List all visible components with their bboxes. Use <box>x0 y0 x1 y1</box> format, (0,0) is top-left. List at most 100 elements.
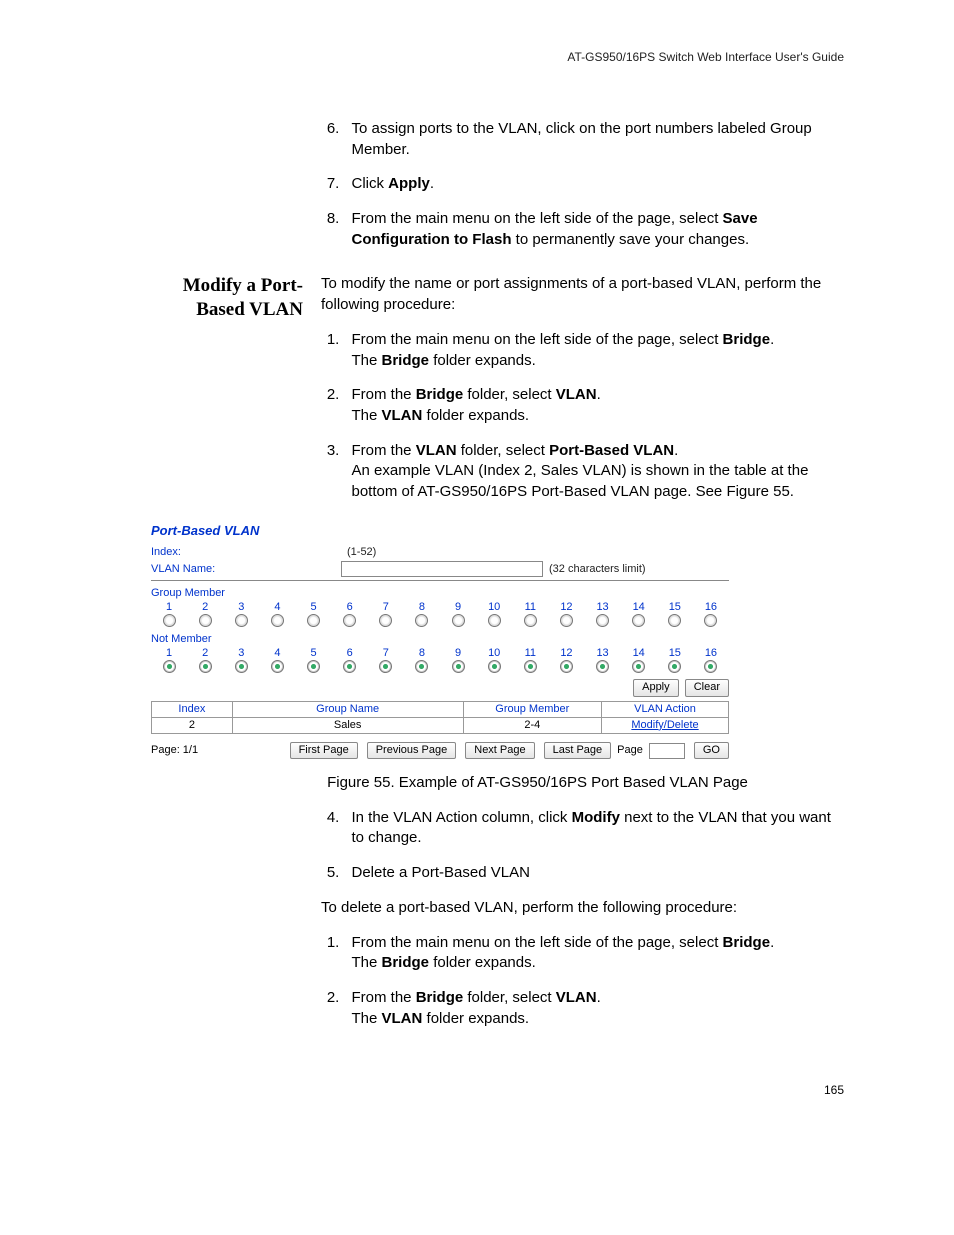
not-member-radio-7[interactable] <box>379 660 392 673</box>
port-header-9: 9 <box>440 647 476 660</box>
group-member-radio-8[interactable] <box>415 614 428 627</box>
go-button[interactable]: GO <box>694 742 729 759</box>
port-header-7: 7 <box>368 647 404 660</box>
group-member-radio-2[interactable] <box>199 614 212 627</box>
group-member-radio-16[interactable] <box>704 614 717 627</box>
next-page-button[interactable]: Next Page <box>465 742 534 759</box>
port-header-1: 1 <box>151 647 187 660</box>
group-member-radio-6[interactable] <box>343 614 356 627</box>
step-5: Delete a Port-Based VLAN <box>344 863 845 884</box>
modify-step-1: From the main menu on the left side of t… <box>344 330 845 371</box>
not-member-radio-15[interactable] <box>668 660 681 673</box>
figure-caption: Figure 55. Example of AT-GS950/16PS Port… <box>231 773 844 794</box>
not-member-radio-14[interactable] <box>632 660 645 673</box>
top-procedure: To assign ports to the VLAN, click on th… <box>321 119 844 250</box>
previous-page-button[interactable]: Previous Page <box>367 742 457 759</box>
not-member-radio-6[interactable] <box>343 660 356 673</box>
not-member-radio-16[interactable] <box>704 660 717 673</box>
not-member-radio-5[interactable] <box>307 660 320 673</box>
port-header-11: 11 <box>512 647 548 660</box>
port-header-14: 14 <box>621 601 657 614</box>
group-member-radio-1[interactable] <box>163 614 176 627</box>
pager: Page: 1/1 First Page Previous Page Next … <box>151 742 729 759</box>
apply-button[interactable]: Apply <box>633 679 679 696</box>
port-header-13: 13 <box>585 601 621 614</box>
not-member-radio-3[interactable] <box>235 660 248 673</box>
step-6: To assign ports to the VLAN, click on th… <box>344 119 845 160</box>
last-page-button[interactable]: Last Page <box>544 742 612 759</box>
port-header-4: 4 <box>259 601 295 614</box>
port-header-15: 15 <box>657 601 693 614</box>
index-hint: (1-52) <box>347 546 376 559</box>
group-member-radio-3[interactable] <box>235 614 248 627</box>
group-member-radio-15[interactable] <box>668 614 681 627</box>
first-page-button[interactable]: First Page <box>290 742 358 759</box>
group-member-radio-10[interactable] <box>488 614 501 627</box>
group-member-radio-11[interactable] <box>524 614 537 627</box>
group-member-radio-5[interactable] <box>307 614 320 627</box>
page-input[interactable] <box>649 743 685 759</box>
td-member: 2-4 <box>463 717 601 733</box>
delete-step-2: From the Bridge folder, select VLAN. The… <box>344 988 845 1029</box>
port-header-2: 2 <box>187 647 223 660</box>
section-intro: To modify the name or port assignments o… <box>321 274 844 315</box>
port-header-10: 10 <box>476 647 512 660</box>
vlan-panel: Port-Based VLAN Index: (1-52) VLAN Name:… <box>151 523 729 759</box>
port-header-3: 3 <box>223 601 259 614</box>
group-member-label: Group Member <box>151 587 729 600</box>
th-index: Index <box>152 701 233 717</box>
not-member-radio-2[interactable] <box>199 660 212 673</box>
port-header-12: 12 <box>548 647 584 660</box>
port-header-5: 5 <box>296 647 332 660</box>
group-member-radio-7[interactable] <box>379 614 392 627</box>
td-group: Sales <box>232 717 463 733</box>
not-member-radio-13[interactable] <box>596 660 609 673</box>
not-member-radio-4[interactable] <box>271 660 284 673</box>
page-indicator: Page: 1/1 <box>151 744 198 757</box>
group-member-radios <box>151 614 729 628</box>
panel-title: Port-Based VLAN <box>151 523 729 539</box>
vlan-name-label: VLAN Name: <box>151 563 341 576</box>
not-member-radio-11[interactable] <box>524 660 537 673</box>
group-member-ports: 12345678910111213141516 <box>151 601 729 614</box>
clear-button[interactable]: Clear <box>685 679 729 696</box>
td-index: 2 <box>152 717 233 733</box>
th-group: Group Name <box>232 701 463 717</box>
port-header-14: 14 <box>621 647 657 660</box>
not-member-radio-10[interactable] <box>488 660 501 673</box>
th-action: VLAN Action <box>602 701 729 717</box>
table-row: 2 Sales 2-4 Modify/Delete <box>152 717 729 733</box>
group-member-radio-4[interactable] <box>271 614 284 627</box>
not-member-radio-1[interactable] <box>163 660 176 673</box>
not-member-radio-12[interactable] <box>560 660 573 673</box>
port-header-10: 10 <box>476 601 512 614</box>
vlan-name-hint: (32 characters limit) <box>549 563 646 576</box>
index-label: Index: <box>151 546 341 559</box>
step-8: From the main menu on the left side of t… <box>344 209 845 250</box>
delete-step-1: From the main menu on the left side of t… <box>344 933 845 974</box>
port-header-13: 13 <box>585 647 621 660</box>
group-member-radio-13[interactable] <box>596 614 609 627</box>
group-member-radio-12[interactable] <box>560 614 573 627</box>
port-header-16: 16 <box>693 647 729 660</box>
group-member-radio-9[interactable] <box>452 614 465 627</box>
modify-delete-link[interactable]: Modify/Delete <box>631 719 698 731</box>
not-member-radio-8[interactable] <box>415 660 428 673</box>
vlan-name-input[interactable] <box>341 561 543 577</box>
th-member: Group Member <box>463 701 601 717</box>
not-member-ports: 12345678910111213141516 <box>151 647 729 660</box>
vlan-table: Index Group Name Group Member VLAN Actio… <box>151 701 729 734</box>
step-7: Click Apply. <box>344 174 845 195</box>
modify-procedure: From the main menu on the left side of t… <box>321 330 844 503</box>
port-header-1: 1 <box>151 601 187 614</box>
not-member-radio-9[interactable] <box>452 660 465 673</box>
port-header-16: 16 <box>693 601 729 614</box>
section-heading: Modify a Port-Based VLAN <box>135 274 321 322</box>
not-member-radios <box>151 660 729 674</box>
port-header-8: 8 <box>404 647 440 660</box>
not-member-label: Not Member <box>151 633 729 646</box>
modify-step-2: From the Bridge folder, select VLAN. The… <box>344 385 845 426</box>
page-number: 165 <box>135 1083 844 1097</box>
after-fig-steps: In the VLAN Action column, click Modify … <box>321 808 844 884</box>
group-member-radio-14[interactable] <box>632 614 645 627</box>
